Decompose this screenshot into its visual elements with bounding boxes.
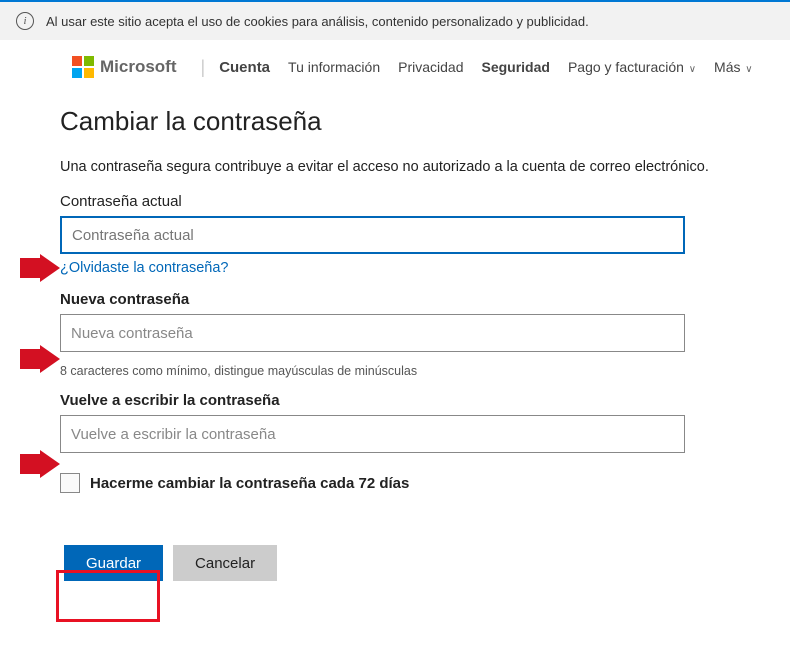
nav-payment[interactable]: Pago y facturación ∨: [568, 59, 696, 75]
info-icon: i: [16, 12, 34, 30]
cookie-text: Al usar este sitio acepta el uso de cook…: [46, 14, 589, 29]
action-buttons: Guardar Cancelar: [60, 541, 730, 585]
nav-your-info[interactable]: Tu información: [288, 59, 380, 75]
nav-account[interactable]: Cuenta: [219, 59, 270, 76]
main-content: Cambiar la contraseña Una contraseña seg…: [0, 88, 790, 585]
nav-more-label: Más: [714, 59, 740, 75]
force-change-checkbox[interactable]: [60, 473, 80, 493]
chevron-down-icon: ∨: [742, 64, 752, 75]
force-change-label: Hacerme cambiar la contraseña cada 72 dí…: [90, 475, 409, 492]
microsoft-logo[interactable]: Microsoft: [72, 56, 177, 78]
new-password-block: Nueva contraseña 8 caracteres como mínim…: [60, 291, 730, 378]
chevron-down-icon: ∨: [686, 64, 696, 75]
microsoft-logo-icon: [72, 56, 94, 78]
header: Microsoft | Cuenta Tu información Privac…: [0, 40, 790, 88]
cancel-button[interactable]: Cancelar: [173, 545, 277, 581]
microsoft-logo-text: Microsoft: [100, 57, 177, 77]
separator: |: [201, 57, 206, 78]
save-button[interactable]: Guardar: [64, 545, 163, 581]
nav-privacy[interactable]: Privacidad: [398, 59, 463, 75]
nav-security[interactable]: Seguridad: [481, 59, 549, 75]
nav-payment-label: Pago y facturación: [568, 59, 684, 75]
current-password-label: Contraseña actual: [60, 193, 730, 210]
page-title: Cambiar la contraseña: [60, 106, 730, 137]
cookie-bar: i Al usar este sitio acepta el uso de co…: [0, 0, 790, 40]
page-description: Una contraseña segura contribuye a evita…: [60, 159, 730, 175]
confirm-password-block: Vuelve a escribir la contraseña: [60, 392, 730, 453]
current-password-block: Contraseña actual ¿Olvidaste la contrase…: [60, 193, 730, 277]
new-password-input[interactable]: [60, 314, 685, 352]
confirm-password-input[interactable]: [60, 415, 685, 453]
confirm-password-label: Vuelve a escribir la contraseña: [60, 392, 730, 409]
new-password-label: Nueva contraseña: [60, 291, 730, 308]
forgot-password-link[interactable]: ¿Olvidaste la contraseña?: [60, 260, 228, 276]
nav-more[interactable]: Más ∨: [714, 59, 753, 75]
password-hint: 8 caracteres como mínimo, distingue mayú…: [60, 364, 730, 378]
force-change-row: Hacerme cambiar la contraseña cada 72 dí…: [60, 473, 730, 493]
current-password-input[interactable]: [60, 216, 685, 254]
